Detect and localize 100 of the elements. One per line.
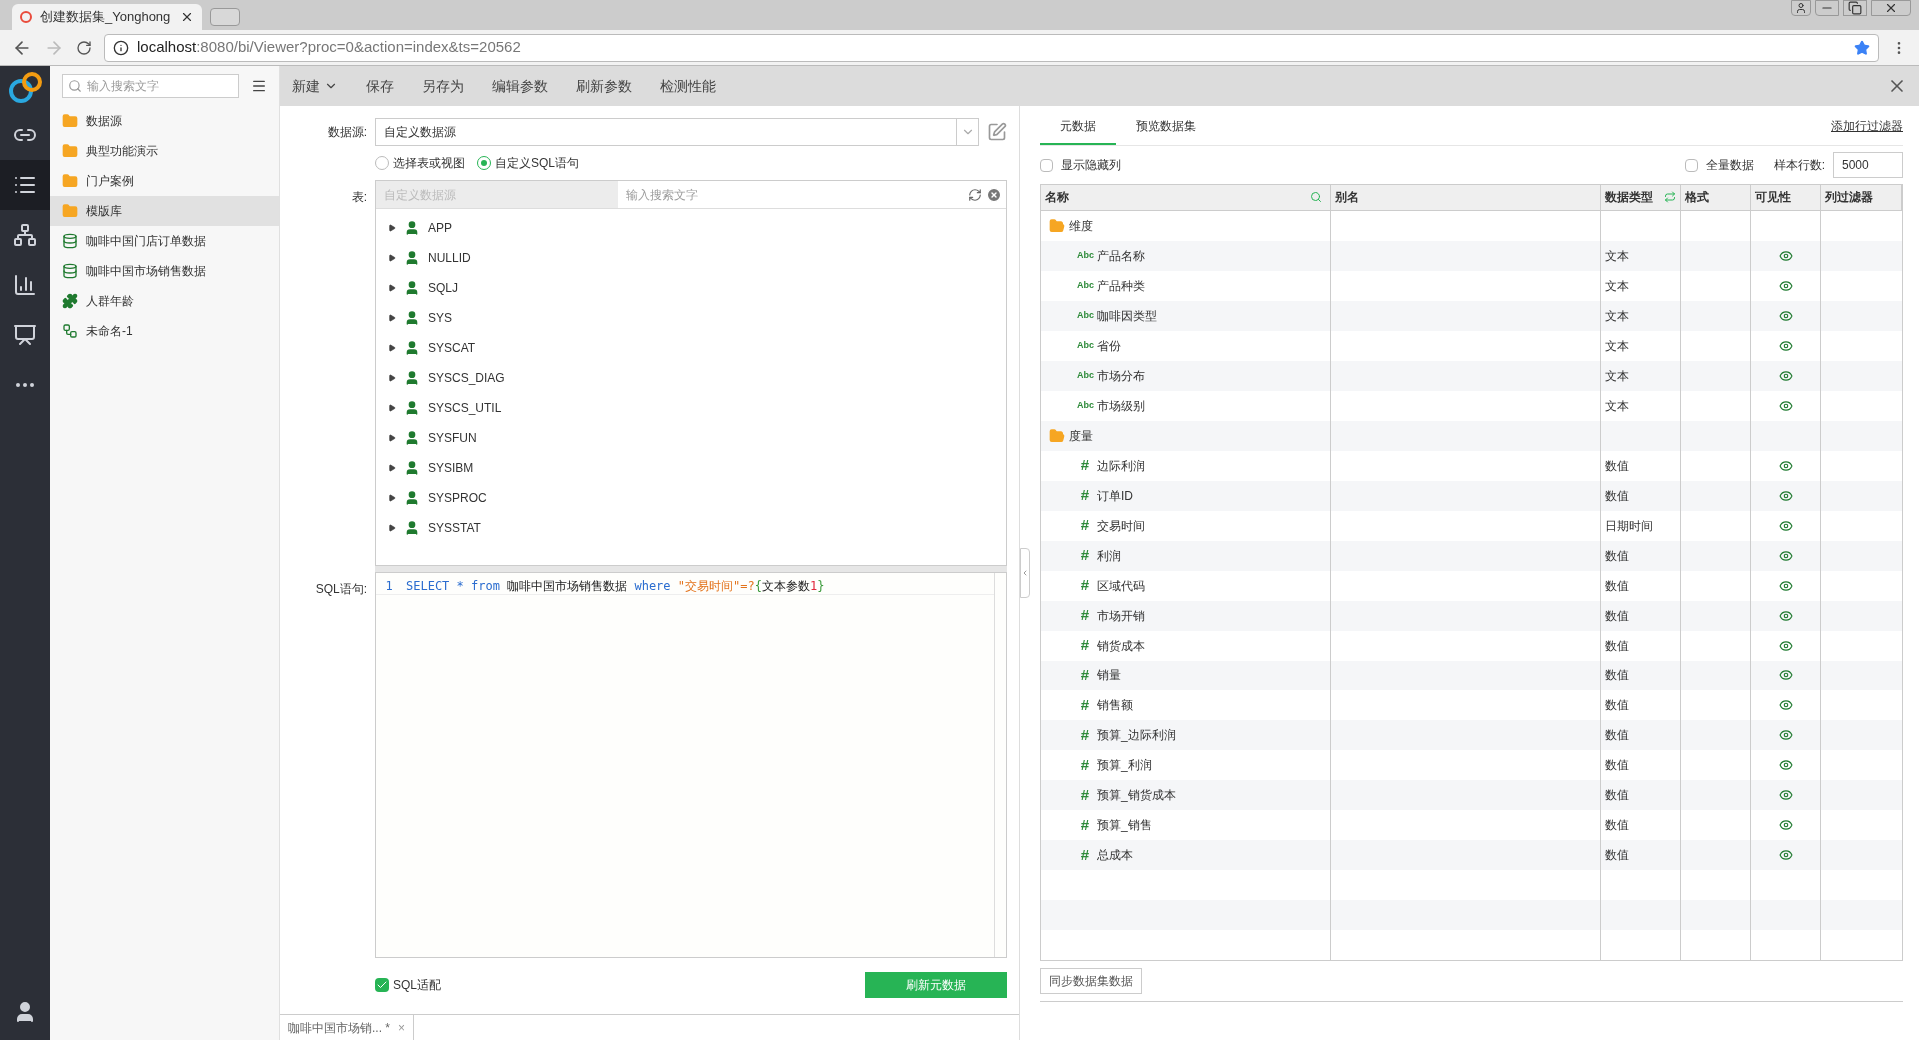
refresh-icon[interactable] (968, 187, 982, 202)
add-filter-link[interactable]: 添加行过滤器 (1831, 116, 1903, 135)
toolbar-button[interactable]: 刷新参数 (576, 75, 632, 97)
sidebar-item[interactable]: 咖啡中国门店订单数据 (50, 226, 279, 256)
visibility-icon[interactable] (1778, 788, 1793, 803)
visibility-icon[interactable] (1778, 608, 1793, 623)
visibility-icon[interactable] (1778, 728, 1793, 743)
menu-icon[interactable] (251, 78, 267, 94)
sql-editor[interactable]: 1 SELECT * from 咖啡中国市场销售数据 where "交易时间"=?{文本参数1} (375, 572, 1007, 958)
schema-tree-item[interactable]: SYSIBM (376, 453, 1006, 483)
search-field[interactable]: 输入搜索文字 (62, 74, 239, 98)
visibility-icon[interactable] (1778, 548, 1793, 563)
toolbar-button[interactable]: 保存 (366, 75, 394, 97)
profile-icon[interactable] (1791, 0, 1811, 16)
user-icon (404, 220, 420, 236)
rail-item[interactable] (0, 160, 50, 210)
table-row[interactable]: 度量 (1041, 420, 1902, 451)
visibility-icon[interactable] (1778, 458, 1793, 473)
visibility-icon[interactable] (1778, 668, 1793, 683)
toolbar-button[interactable]: 新建 (292, 75, 338, 97)
sidebar-item[interactable]: 模版库 (50, 196, 279, 226)
expand-icon (388, 284, 396, 292)
schema-tree-item[interactable]: SYSSTAT (376, 513, 1006, 543)
sync-data-button[interactable]: 同步数据集数据 (1040, 968, 1142, 994)
table-row[interactable]: Abc 咖啡因类型 文本 (1041, 300, 1902, 331)
show-hidden-checkbox[interactable]: 显示隐藏列 (1040, 156, 1121, 174)
schema-tree-item[interactable]: SYSCS_DIAG (376, 363, 1006, 393)
table-row[interactable]: # 利润 数值 (1041, 540, 1902, 571)
panel-tab[interactable]: 元数据 (1040, 109, 1116, 145)
column-header[interactable]: 数据类型 (1601, 185, 1681, 210)
table-row[interactable]: Abc 产品名称 文本 (1041, 240, 1902, 271)
radio-option[interactable]: 选择表或视图 (375, 154, 465, 172)
visibility-icon[interactable] (1778, 338, 1793, 353)
visibility-icon[interactable] (1778, 758, 1793, 773)
schema-tree-item[interactable]: NULLID (376, 243, 1006, 273)
visibility-icon[interactable] (1778, 488, 1793, 503)
visibility-icon[interactable] (1778, 578, 1793, 593)
data-type: 数值 (1605, 697, 1629, 715)
schema-tree-item[interactable]: SQLJ (376, 273, 1006, 303)
column-header[interactable]: 列过滤器 (1821, 185, 1902, 210)
sidebar-item[interactable]: 咖啡中国市场销售数据 (50, 256, 279, 286)
table-row[interactable]: # 总成本 数值 (1041, 840, 1902, 871)
table-row[interactable]: # 预算_边际利润 数值 (1041, 720, 1902, 751)
document-tab[interactable]: 咖啡中国市场销... * × (280, 1015, 415, 1040)
toolbar-button[interactable]: 另存为 (422, 75, 464, 97)
schema-tree-item[interactable]: SYS (376, 303, 1006, 333)
visibility-icon[interactable] (1778, 308, 1793, 323)
radio-option[interactable]: 自定义SQL语句 (477, 154, 579, 172)
table-row[interactable]: # 销量 数值 (1041, 660, 1902, 691)
visibility-icon[interactable] (1778, 248, 1793, 263)
edit-icon[interactable] (987, 122, 1007, 142)
restore-icon[interactable] (1843, 0, 1867, 16)
visibility-icon[interactable] (1778, 518, 1793, 533)
sidebar-item[interactable]: 典型功能演示 (50, 136, 279, 166)
column-header[interactable]: 格式 (1681, 185, 1751, 210)
close-window-icon[interactable] (1871, 0, 1911, 16)
visibility-icon[interactable] (1778, 818, 1793, 833)
visibility-icon[interactable] (1778, 848, 1793, 863)
column-header[interactable]: 可见性 (1751, 185, 1821, 210)
schema-tree-item[interactable]: APP (376, 213, 1006, 243)
sidebar-item[interactable]: 门户案例 (50, 166, 279, 196)
schema-tree-item[interactable]: SYSFUN (376, 423, 1006, 453)
schema-tree-item[interactable]: SYSPROC (376, 483, 1006, 513)
table-row[interactable]: # 订单ID 数值 (1041, 480, 1902, 511)
sql-adapt-checkbox[interactable]: SQL适配 (375, 976, 441, 994)
datasource-select[interactable]: 自定义数据源 (375, 118, 979, 146)
field-label: 数据源: (326, 124, 368, 141)
table-row[interactable]: Abc 市场分布 文本 (1041, 360, 1902, 391)
collapse-handle[interactable] (1020, 548, 1030, 598)
field-name: 市场开销 (1097, 607, 1145, 625)
toolbar-button[interactable]: 检测性能 (660, 75, 716, 97)
address-bar[interactable]: localhost:8080/bi/Viewer?proc=0&action=index&ts=20562 (104, 33, 1879, 62)
clear-icon[interactable] (986, 186, 1002, 203)
sidebar-item[interactable]: 未命名-1 (50, 316, 279, 346)
column-header[interactable]: 别名 (1331, 185, 1601, 210)
close-icon[interactable] (180, 10, 194, 24)
number-type-icon: # (1077, 634, 1093, 657)
field-name: 预算_边际利润 (1097, 727, 1176, 745)
sidebar-item[interactable]: 人群年龄 (50, 286, 279, 316)
data-type: 数值 (1605, 607, 1629, 625)
schema-tree-item[interactable]: SYSCS_UTIL (376, 393, 1006, 423)
bookmark-star-icon[interactable] (1854, 39, 1870, 56)
reload-icon[interactable] (76, 39, 92, 56)
column-header[interactable]: 名称 (1041, 185, 1331, 210)
visibility-icon[interactable] (1778, 398, 1793, 413)
visibility-icon[interactable] (1778, 278, 1793, 293)
search-field[interactable]: 输入搜索文字 (618, 185, 968, 204)
table-row[interactable]: # 市场开销 数值 (1041, 600, 1902, 631)
table-row[interactable]: # 预算_销货成本 数值 (1041, 780, 1902, 811)
schema-tree-item[interactable]: SYSCAT (376, 333, 1006, 363)
toolbar-button[interactable]: 编辑参数 (492, 75, 548, 97)
visibility-icon[interactable] (1778, 638, 1793, 653)
panel-tab[interactable]: 预览数据集 (1116, 109, 1216, 145)
visibility-icon[interactable] (1778, 698, 1793, 713)
folder-icon (62, 113, 78, 129)
visibility-icon[interactable] (1778, 368, 1793, 383)
full-data-checkbox[interactable]: 全量数据 (1684, 156, 1754, 174)
sidebar-item[interactable]: 数据源 (50, 106, 279, 136)
browser-tab[interactable]: 创建数据集_Yonghong (12, 4, 202, 30)
sample-rows-field[interactable]: 5000 (1833, 152, 1903, 178)
